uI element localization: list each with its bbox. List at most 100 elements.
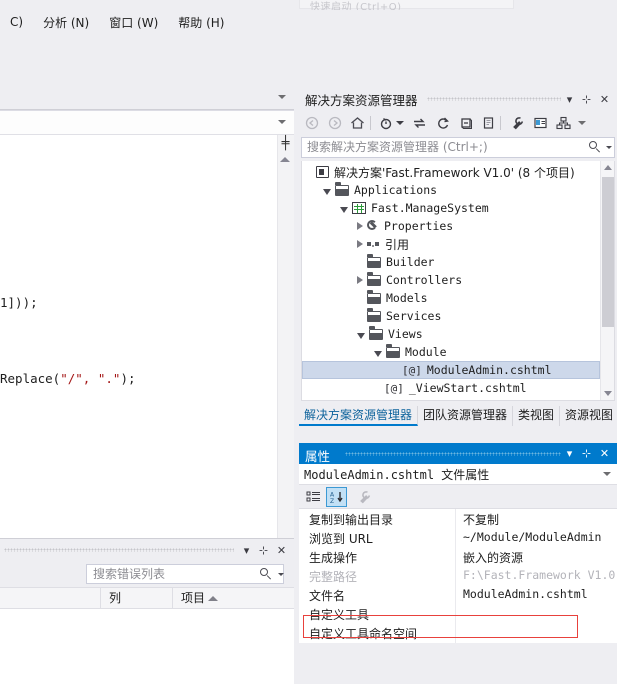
solution-tree-scrollbar[interactable] xyxy=(600,161,614,400)
property-name: 文件名 xyxy=(309,589,346,603)
pending-changes-dropdown-icon[interactable] xyxy=(394,113,406,133)
chevron-down-icon[interactable] xyxy=(603,472,611,476)
back-icon[interactable] xyxy=(301,113,322,133)
property-value[interactable]: F:\Fast.Framework V1.0\Fast xyxy=(463,568,615,582)
home-icon[interactable] xyxy=(347,113,368,133)
overflow-dropdown-icon[interactable] xyxy=(576,113,588,133)
tree-row[interactable]: 解决方案'Fast.Framework V1.0' (8 个项目) xyxy=(302,163,600,181)
search-options-chevron-icon[interactable] xyxy=(278,573,284,576)
properties-icon[interactable] xyxy=(507,113,528,133)
solution-explorer-tab-bar: 解决方案资源管理器 团队资源管理器 类视图 资源视图 xyxy=(299,405,617,426)
property-row[interactable]: 生成操作 嵌入的资源 xyxy=(299,548,617,567)
tree-row[interactable]: Controllers xyxy=(302,271,600,289)
chevron-down-icon[interactable] xyxy=(374,350,382,357)
solution-explorer-pin-button[interactable]: ⊹ xyxy=(579,92,594,107)
tab-resource-view[interactable]: 资源视图 xyxy=(560,406,617,426)
pending-changes-icon[interactable] xyxy=(375,113,396,133)
scroll-up-icon[interactable] xyxy=(604,165,612,170)
tree-row-label: 引用 xyxy=(385,237,410,252)
solution-tree[interactable]: 解决方案'Fast.Framework V1.0' (8 个项目) Applica… xyxy=(301,161,615,401)
property-value[interactable]: 不复制 xyxy=(463,511,615,528)
categorized-icon[interactable] xyxy=(303,487,324,507)
refresh-icon[interactable] xyxy=(432,113,453,133)
tree-row[interactable]: Module xyxy=(302,343,600,361)
tree-row[interactable]: Models xyxy=(302,289,600,307)
tree-row[interactable]: Builder xyxy=(302,253,600,271)
collapse-all-icon[interactable] xyxy=(455,113,476,133)
property-row[interactable]: 复制到输出目录 不复制 xyxy=(299,510,617,529)
column-header-column[interactable]: 列 xyxy=(100,588,172,609)
properties-object-selector[interactable]: ModuleAdmin.cshtml 文件属性 xyxy=(299,464,617,485)
solution-explorer-dropdown-button[interactable]: ▾ xyxy=(562,92,577,107)
solution-explorer-search-input[interactable]: 搜索解决方案资源管理器 (Ctrl+;) xyxy=(301,137,615,158)
chevron-down-icon[interactable] xyxy=(278,95,286,99)
tree-row[interactable]: Views xyxy=(302,325,600,343)
error-list-close-button[interactable]: ✕ xyxy=(274,543,289,558)
property-row[interactable]: 浏览到 URL ~/Module/ModuleAdmin xyxy=(299,529,617,548)
property-value[interactable]: 嵌入的资源 xyxy=(463,549,615,566)
error-list-pin-button[interactable]: ⊹ xyxy=(256,543,271,558)
menu-item-help[interactable]: 帮助 (H) xyxy=(168,11,234,34)
chevron-down-icon[interactable] xyxy=(357,332,365,339)
tab-team-explorer[interactable]: 团队资源管理器 xyxy=(418,406,514,426)
tab-solution-explorer[interactable]: 解决方案资源管理器 xyxy=(299,406,419,426)
search-icon[interactable] xyxy=(589,141,601,153)
properties-grid[interactable]: 自定义工具命名空间 自定义工具 文件名 ModuleAdmin.cshtml 完整路径 F… xyxy=(299,509,617,643)
tree-row[interactable]: Applications xyxy=(302,181,600,199)
show-all-files-icon[interactable] xyxy=(478,113,499,133)
tree-row[interactable]: Properties xyxy=(302,217,600,235)
scroll-down-icon[interactable] xyxy=(604,391,612,396)
property-value[interactable]: ModuleAdmin.cshtml xyxy=(463,587,615,601)
editor-tab-strip[interactable] xyxy=(0,89,294,110)
chevron-down-icon[interactable] xyxy=(323,188,331,195)
search-options-chevron-icon[interactable] xyxy=(606,146,612,149)
editor-scrollbar-thumb[interactable] xyxy=(279,275,292,525)
error-list-search-input[interactable]: 搜索错误列表 xyxy=(86,564,284,584)
chevron-right-icon[interactable] xyxy=(357,222,363,230)
editor-vertical-scrollbar[interactable] xyxy=(277,135,294,538)
property-row[interactable]: 自定义工具 xyxy=(299,605,617,624)
properties-pin-button[interactable]: ⊹ xyxy=(579,446,594,461)
properties-column-divider[interactable] xyxy=(455,509,456,643)
tree-row[interactable]: C# ManageSystemAreaRegistration.cs xyxy=(302,397,606,400)
solution-tree-scrollbar-thumb[interactable] xyxy=(602,177,614,327)
tree-row[interactable]: Services xyxy=(302,307,600,325)
search-icon[interactable] xyxy=(260,568,272,580)
properties-object-filename: ModuleAdmin.cshtml xyxy=(304,468,435,482)
menu-item-analyze[interactable]: 分析 (N) xyxy=(33,11,99,34)
menu-item-window[interactable]: 窗口 (W) xyxy=(99,11,168,34)
properties-close-button[interactable]: ✕ xyxy=(597,446,612,461)
property-name: 自定义工具 xyxy=(309,608,370,622)
alphabetical-sort-icon[interactable]: AZ xyxy=(326,487,347,507)
chevron-down-icon[interactable] xyxy=(340,206,348,213)
column-header-project[interactable]: 项目 xyxy=(172,588,282,609)
error-list-body[interactable] xyxy=(0,609,294,684)
tab-class-view[interactable]: 类视图 xyxy=(513,406,561,426)
quick-launch-box[interactable]: 快速启动 (Ctrl+Q) xyxy=(299,0,514,13)
tree-row[interactable]: [@] _ViewStart.cshtml xyxy=(302,379,600,397)
tree-row-selected[interactable]: [@] ModuleAdmin.cshtml xyxy=(302,361,600,379)
properties-dropdown-button[interactable]: ▾ xyxy=(562,446,577,461)
scroll-up-icon[interactable] xyxy=(280,157,290,162)
code-editor-surface[interactable]: 1])); Replace("/", "."); xyxy=(0,135,294,538)
class-view-icon[interactable] xyxy=(553,113,574,133)
solution-explorer-close-button[interactable]: ✕ xyxy=(597,92,612,107)
preview-selected-items-icon[interactable] xyxy=(530,113,551,133)
property-row[interactable]: 完整路径 F:\Fast.Framework V1.0\Fast xyxy=(299,567,617,586)
sync-with-active-document-icon[interactable] xyxy=(409,113,430,133)
tree-row[interactable]: 引用 xyxy=(302,235,600,253)
chevron-right-icon[interactable] xyxy=(357,276,363,284)
tree-row[interactable]: Fast.ManageSystem xyxy=(302,199,600,217)
editor-navigation-bar[interactable] xyxy=(0,110,294,135)
property-value[interactable]: ~/Module/ModuleAdmin xyxy=(463,530,615,544)
property-row[interactable]: 文件名 ModuleAdmin.cshtml xyxy=(299,586,617,605)
chevron-right-icon[interactable] xyxy=(357,240,363,248)
folder-icon xyxy=(369,325,383,340)
editor-split-handle-icon[interactable]: ╪ xyxy=(278,137,293,151)
forward-icon[interactable] xyxy=(324,113,345,133)
menu-item-c[interactable]: C) xyxy=(0,12,33,32)
property-row[interactable]: 自定义工具命名空间 xyxy=(299,624,617,643)
chevron-down-icon[interactable] xyxy=(278,120,286,124)
property-pages-icon[interactable] xyxy=(354,487,375,507)
error-list-dropdown-button[interactable]: ▾ xyxy=(239,543,254,558)
